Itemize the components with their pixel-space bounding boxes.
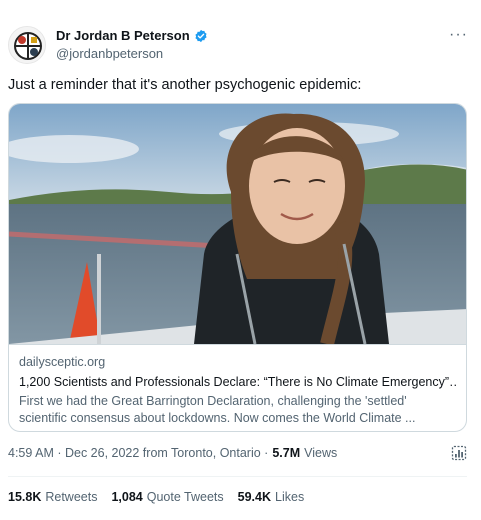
author-handle[interactable]: @jordanbpeterson bbox=[56, 46, 163, 61]
retweets-stat[interactable]: 15.8K Retweets bbox=[8, 490, 97, 504]
likes-stat[interactable]: 59.4K Likes bbox=[238, 490, 305, 504]
card-title: 1,200 Scientists and Professionals Decla… bbox=[19, 375, 458, 389]
divider bbox=[8, 476, 467, 477]
author-display-name[interactable]: Dr Jordan B Peterson bbox=[56, 28, 190, 43]
likes-label: Likes bbox=[275, 490, 305, 504]
avatar-emblem-icon bbox=[9, 27, 45, 63]
tweet-header: Dr Jordan B Peterson @jordanbpeterson ··… bbox=[8, 24, 474, 68]
avatar[interactable] bbox=[8, 26, 46, 64]
card-description-line-1: First we had the Great Barrington Declar… bbox=[19, 394, 407, 408]
analytics-icon[interactable] bbox=[451, 445, 467, 461]
card-description-line-2: scientific consensus about lockdowns. No… bbox=[19, 411, 416, 425]
likes-count: 59.4K bbox=[237, 490, 272, 504]
verified-badge-icon bbox=[195, 29, 207, 42]
views-label: Views bbox=[304, 446, 338, 460]
tweet-timestamp[interactable]: 4:59 AM · Dec 26, 2022 from Toronto, Ont… bbox=[8, 446, 268, 460]
tweet-text: Just a reminder that it's another psycho… bbox=[8, 77, 362, 93]
card-body: dailysceptic.org 1,200 Scientists and Pr… bbox=[9, 344, 466, 431]
quote-tweets-stat[interactable]: 1,084 Quote Tweets bbox=[111, 490, 223, 504]
quote-tweets-label: Quote Tweets bbox=[146, 490, 224, 504]
tweet-meta: 4:59 AM · Dec 26, 2022 from Toronto, Ont… bbox=[8, 446, 337, 460]
retweets-count: 15.8K bbox=[8, 490, 42, 504]
engagement-stats: 15.8K Retweets 1,084 Quote Tweets 59.4K … bbox=[8, 490, 318, 504]
card-photo bbox=[9, 104, 466, 344]
card-image bbox=[9, 104, 466, 344]
more-options-icon[interactable]: ··· bbox=[449, 27, 468, 43]
retweets-label: Retweets bbox=[45, 490, 98, 504]
quote-tweets-count: 1,084 bbox=[111, 490, 143, 504]
card-domain: dailysceptic.org bbox=[19, 355, 106, 369]
views-count: 5.7M bbox=[272, 446, 301, 460]
link-card[interactable]: dailysceptic.org 1,200 Scientists and Pr… bbox=[8, 103, 467, 432]
